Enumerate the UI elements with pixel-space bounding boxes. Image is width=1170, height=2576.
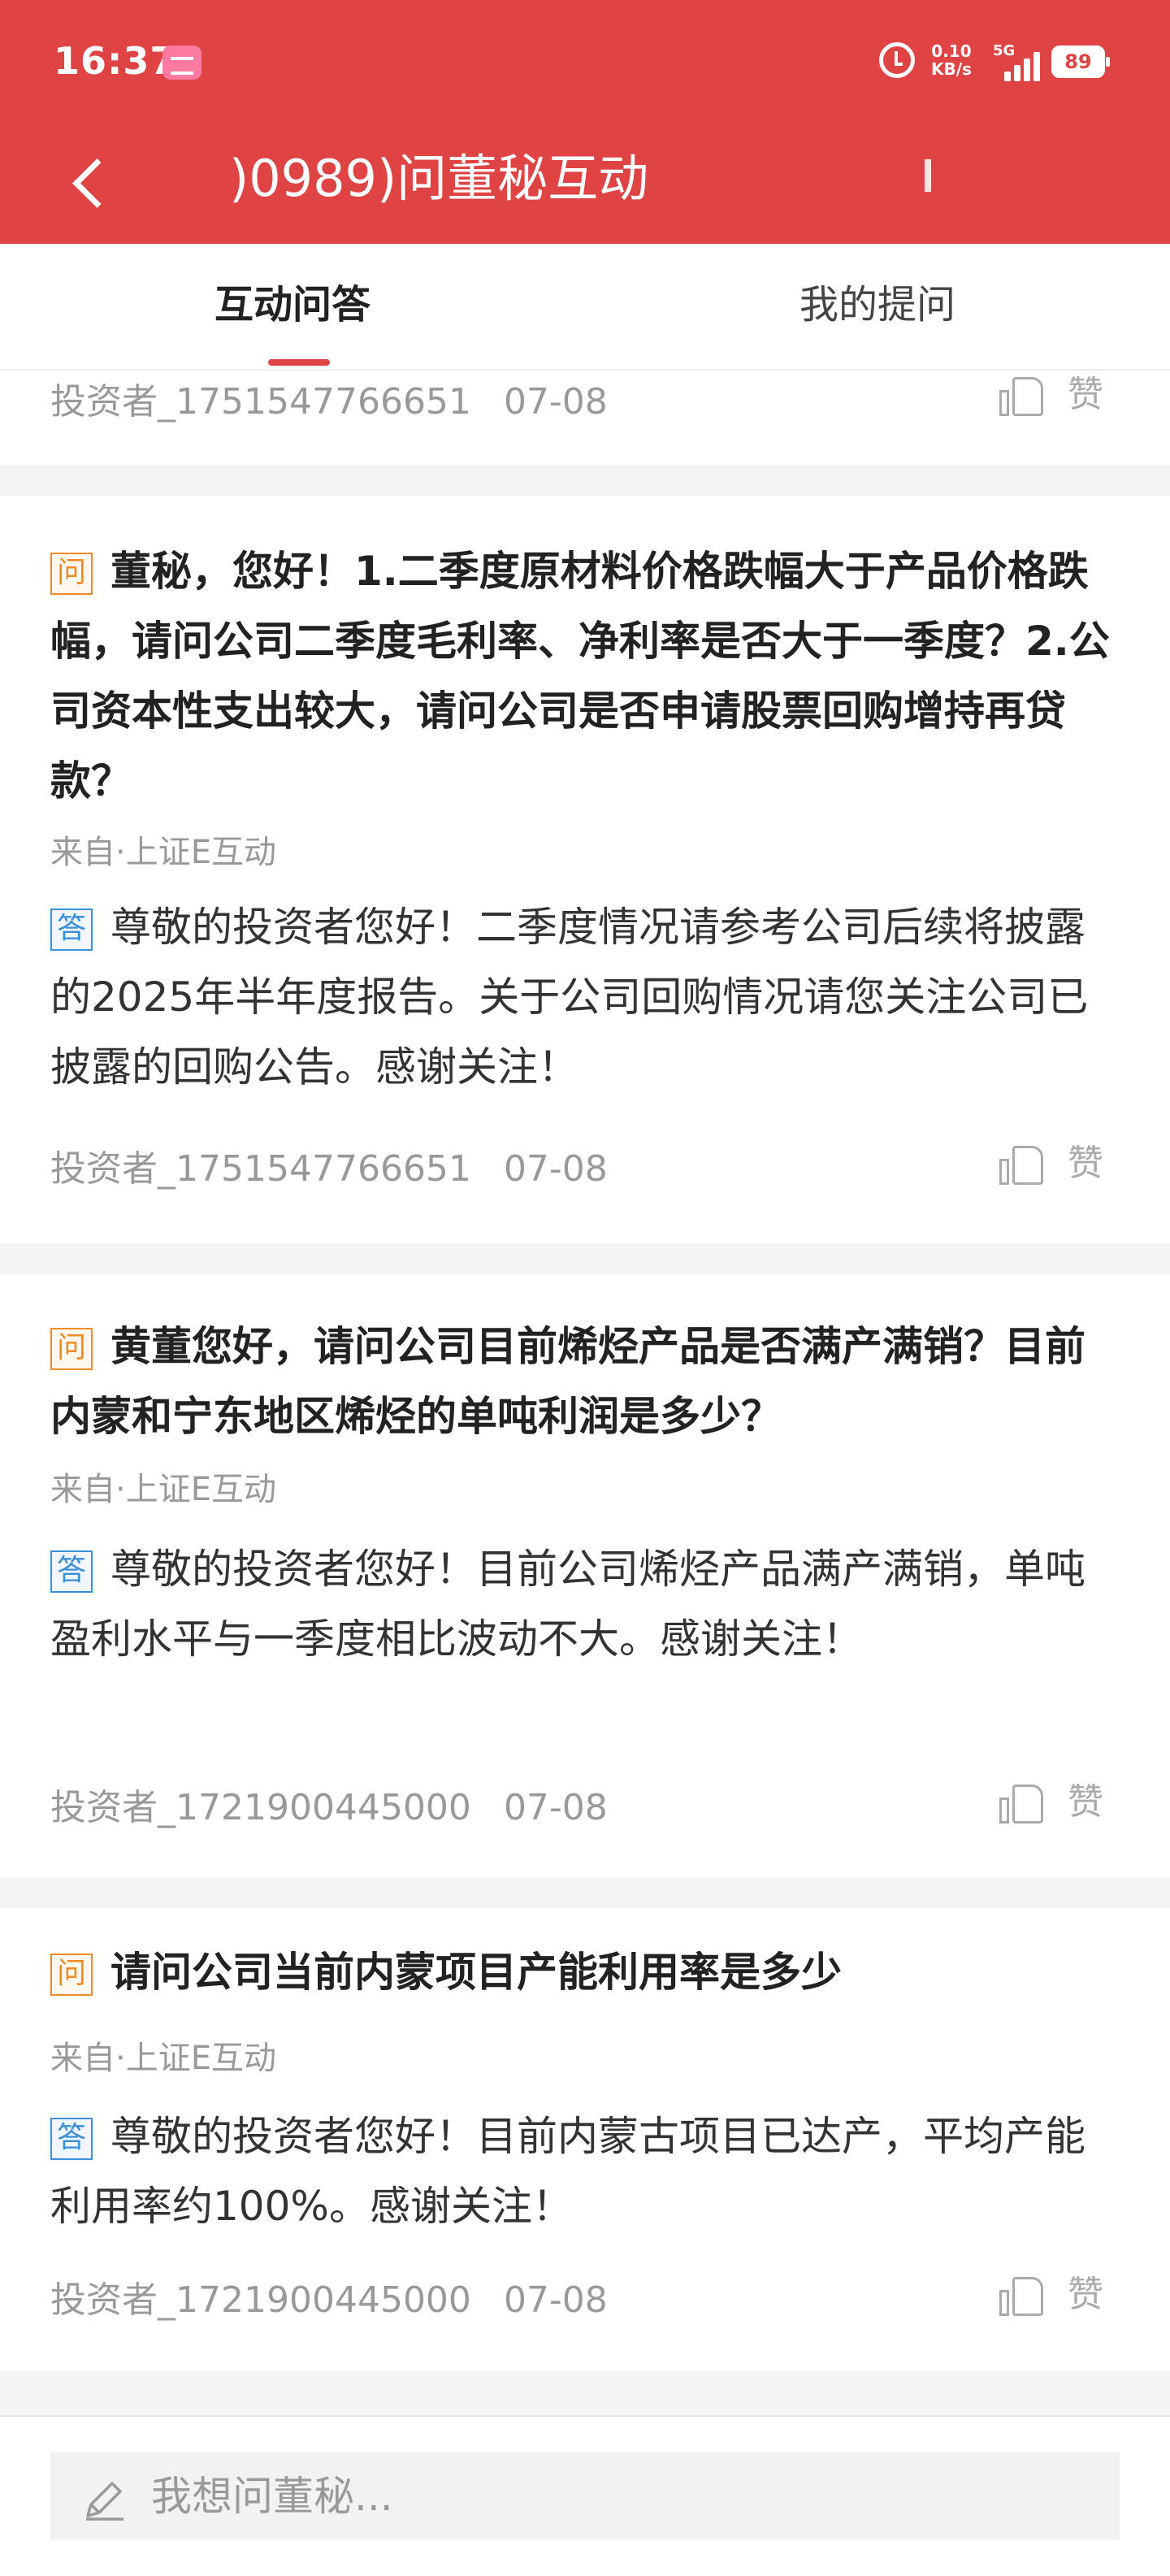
like-label: 赞: [1068, 1143, 1103, 1184]
app-header: 16:37 0.10 KB/s 5G 89 )0989)问董秘互动: [0, 0, 1170, 244]
question-tag-icon: 问: [50, 553, 93, 595]
like-button[interactable]: 赞: [999, 2270, 1113, 2319]
signal-bar: [1004, 72, 1011, 81]
signal-icon: 5G: [993, 42, 1042, 81]
qa-meta: 投资者_1721900445000 07-08: [50, 2270, 608, 2322]
network-type: 5G: [993, 42, 1016, 59]
asker-name: 投资者_1721900445000: [50, 2279, 471, 2321]
battery-level: 89: [1064, 50, 1092, 73]
question-source: 来自·上证E互动: [50, 2040, 276, 2077]
question-text: 问请问公司当前内蒙项目产能利用率是多少: [50, 1937, 1123, 2007]
qa-date: 07-08: [503, 381, 608, 423]
pencil-icon: [86, 2482, 124, 2521]
answer-text: 答尊敬的投资者您好！目前公司烯烃产品满产满销，单吨盈利水平与一季度相比波动不大。…: [50, 1534, 1123, 1674]
tab-interactive-qa[interactable]: 互动问答: [130, 244, 455, 369]
question-source: 来自·上证E互动: [50, 1471, 276, 1508]
question-text: 问黄董您好，请问公司目前烯烃产品是否满产满销？目前内蒙和宁东地区烯烃的单吨利润是…: [50, 1312, 1123, 1451]
like-button[interactable]: 赞: [999, 371, 1113, 419]
question-text: 问董秘，您好！1.二季度原材料价格跌幅大于产品价格跌幅，请问公司二季度毛利率、净…: [50, 536, 1123, 816]
asker-name: 投资者_1751547766651: [50, 1148, 471, 1190]
qa-date: 07-08: [503, 2279, 608, 2321]
tab-bar: 互动问答 我的提问: [0, 244, 1170, 371]
net-speed-value: 0.10: [931, 41, 972, 61]
question-content: 黄董您好，请问公司目前烯烃产品是否满产满销？目前内蒙和宁东地区烯烃的单吨利润是多…: [50, 1323, 1086, 1440]
like-button[interactable]: 赞: [999, 1139, 1113, 1188]
active-tab-indicator: [268, 359, 330, 366]
qa-card-partial: 投资者_1751547766651 07-08 赞: [0, 371, 1170, 465]
signal-bar: [1014, 65, 1020, 81]
answer-tag-icon: 答: [50, 1550, 93, 1593]
answer-text: 答尊敬的投资者您好！二季度情况请参考公司后续将披露的2025年半年度报告。关于公…: [50, 892, 1123, 1102]
like-button[interactable]: 赞: [999, 1778, 1113, 1827]
thumbs-up-icon: [999, 1783, 1045, 1825]
like-label: 赞: [1068, 1781, 1103, 1823]
answer-content: 尊敬的投资者您好！目前内蒙古项目已达产，平均产能利用率约100%。感谢关注！: [50, 2113, 1086, 2230]
qa-date: 07-08: [503, 1787, 608, 1828]
qa-card: 问董秘，您好！1.二季度原材料价格跌幅大于产品价格跌幅，请问公司二季度毛利率、净…: [0, 496, 1170, 1243]
answer-text: 答尊敬的投资者您好！目前内蒙古项目已达产，平均产能利用率约100%。感谢关注！: [50, 2101, 1123, 2241]
net-speed: 0.10 KB/s: [931, 42, 972, 78]
title-overflow-fragment: [925, 159, 931, 192]
bottom-ask-bar: 我想问董秘...: [0, 2415, 1170, 2576]
battery-icon: 89: [1051, 46, 1110, 78]
thumbs-up-icon: [999, 375, 1045, 418]
signal-bar: [1024, 59, 1030, 81]
like-label: 赞: [1068, 2274, 1103, 2315]
qa-card: 问请问公司当前内蒙项目产能利用率是多少 来自·上证E互动 答尊敬的投资者您好！目…: [0, 1908, 1170, 2371]
question-tag-icon: 问: [50, 1954, 93, 1996]
qa-meta: 投资者_1721900445000 07-08: [50, 1778, 608, 1830]
net-speed-unit: KB/s: [931, 59, 972, 79]
like-label: 赞: [1068, 374, 1103, 415]
question-content: 董秘，您好！1.二季度原材料价格跌幅大于产品价格跌幅，请问公司二季度毛利率、净利…: [50, 548, 1110, 804]
answer-content: 尊敬的投资者您好！目前公司烯烃产品满产满销，单吨盈利水平与一季度相比波动不大。感…: [50, 1546, 1086, 1663]
question-source: 来自·上证E互动: [50, 834, 276, 871]
question-content: 请问公司当前内蒙项目产能利用率是多少: [110, 1949, 842, 1996]
thumbs-up-icon: [999, 1144, 1045, 1186]
thumbs-up-icon: [999, 2275, 1045, 2318]
ask-placeholder: 我想问董秘...: [151, 2473, 393, 2520]
alarm-icon: [879, 42, 915, 78]
ask-secretary-input[interactable]: 我想问董秘...: [50, 2452, 1120, 2540]
tab-my-questions[interactable]: 我的提问: [715, 244, 1040, 369]
asker-name: 投资者_1721900445000: [50, 1787, 471, 1828]
answer-tag-icon: 答: [50, 909, 93, 951]
answer-content: 尊敬的投资者您好！二季度情况请参考公司后续将披露的2025年半年度报告。关于公司…: [50, 904, 1089, 1091]
qa-date: 07-08: [503, 1148, 608, 1190]
status-bar: 16:37 0.10 KB/s 5G 89: [0, 0, 1170, 122]
question-tag-icon: 问: [50, 1328, 93, 1370]
signal-bar: [1034, 52, 1040, 81]
back-arrow-icon[interactable]: [67, 154, 124, 211]
app-notification-icon: [162, 46, 202, 80]
nav-bar: )0989)问董秘互动: [0, 122, 1170, 244]
qa-meta: 投资者_1751547766651 07-08: [50, 372, 608, 424]
answer-tag-icon: 答: [50, 2118, 93, 2160]
status-time: 16:37: [54, 39, 177, 83]
qa-card: 问黄董您好，请问公司目前烯烃产品是否满产满销？目前内蒙和宁东地区烯烃的单吨利润是…: [0, 1274, 1170, 1877]
qa-meta: 投资者_1751547766651 07-08: [50, 1139, 608, 1191]
page-title: )0989)问董秘互动: [229, 149, 649, 208]
asker-name: 投资者_1751547766651: [50, 381, 471, 423]
